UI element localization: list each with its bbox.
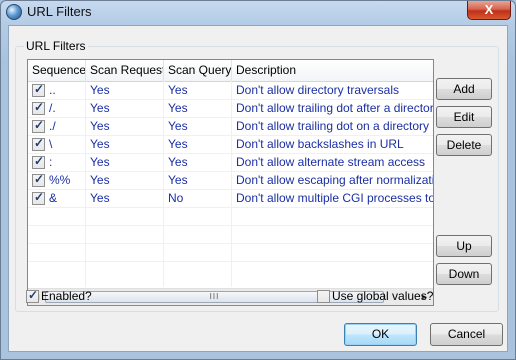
table-row[interactable]: & Yes No Don't allow multiple CGI proces… bbox=[28, 190, 433, 207]
enabled-label: Enabled? bbox=[41, 289, 92, 303]
cell-scan-query: Yes bbox=[168, 173, 188, 187]
row-divider bbox=[28, 207, 433, 208]
cancel-button[interactable]: Cancel bbox=[430, 323, 503, 346]
cell-sequence: ./ bbox=[49, 119, 56, 133]
row-enabled-checkbox[interactable] bbox=[32, 82, 45, 97]
cell-description: Don't allow escaping after normalization bbox=[236, 173, 433, 187]
cell-sequence: \ bbox=[49, 137, 53, 151]
row-divider bbox=[28, 243, 433, 244]
url-filters-dialog: URL Filters X URL Filters Sequence Scan … bbox=[0, 0, 516, 360]
cell-sequence: : bbox=[49, 155, 53, 169]
column-header-scan-query[interactable]: Scan Query bbox=[164, 60, 232, 81]
row-enabled-checkbox[interactable] bbox=[32, 100, 45, 115]
row-enabled-checkbox[interactable] bbox=[32, 154, 45, 169]
row-enabled-checkbox[interactable] bbox=[32, 190, 45, 205]
column-header-sequence[interactable]: Sequence bbox=[28, 60, 86, 81]
table-row[interactable]: \ Yes Yes Don't allow backslashes in URL bbox=[28, 136, 433, 153]
use-global-values-checkbox[interactable] bbox=[317, 290, 330, 303]
move-up-button[interactable]: Up bbox=[436, 235, 492, 257]
title-bar: URL Filters X bbox=[1, 1, 515, 25]
cell-description: Don't allow multiple CGI processes to ru… bbox=[236, 191, 433, 205]
table-row[interactable]: .. Yes Yes Don't allow directory travers… bbox=[28, 82, 433, 99]
ok-button[interactable]: OK bbox=[344, 323, 417, 346]
cell-scan-request: Yes bbox=[90, 101, 110, 115]
row-enabled-checkbox[interactable] bbox=[32, 136, 45, 151]
add-button[interactable]: Add bbox=[436, 78, 492, 100]
group-title: URL Filters bbox=[24, 39, 88, 53]
cell-sequence: & bbox=[49, 191, 58, 205]
row-divider bbox=[28, 225, 433, 226]
globe-icon bbox=[6, 4, 22, 20]
cell-scan-query: Yes bbox=[168, 137, 188, 151]
cell-scan-query: Yes bbox=[168, 101, 188, 115]
cell-description: Don't allow backslashes in URL bbox=[236, 137, 404, 151]
cell-sequence: %% bbox=[49, 173, 71, 187]
cell-description: Don't allow trailing dot after a directo… bbox=[236, 101, 433, 115]
table-row[interactable]: : Yes Yes Don't allow alternate stream a… bbox=[28, 154, 433, 171]
cell-scan-query: Yes bbox=[168, 119, 188, 133]
column-header-description[interactable]: Description bbox=[232, 60, 433, 81]
cell-description: Don't allow trailing dot on a directory … bbox=[236, 119, 433, 133]
filters-list[interactable]: Sequence Scan Request Scan Query Descrip… bbox=[27, 59, 434, 306]
table-row[interactable]: /. Yes Yes Don't allow trailing dot afte… bbox=[28, 100, 433, 117]
row-divider bbox=[28, 261, 433, 262]
list-header: Sequence Scan Request Scan Query Descrip… bbox=[28, 60, 433, 82]
cell-sequence: /. bbox=[49, 101, 56, 115]
scrollbar-grip-icon: III bbox=[209, 292, 220, 301]
use-global-values-label: Use global values? bbox=[332, 289, 434, 303]
row-enabled-checkbox[interactable] bbox=[32, 172, 45, 187]
close-button[interactable]: X bbox=[467, 1, 511, 20]
dialog-client-area: URL Filters Sequence Scan Request Scan Q… bbox=[8, 25, 508, 352]
cell-scan-request: Yes bbox=[90, 83, 110, 97]
table-row[interactable]: ./ Yes Yes Don't allow trailing dot on a… bbox=[28, 118, 433, 135]
cell-sequence: .. bbox=[49, 83, 56, 97]
cell-description: Don't allow alternate stream access bbox=[236, 155, 426, 169]
cell-scan-request: Yes bbox=[90, 155, 110, 169]
delete-button[interactable]: Delete bbox=[436, 134, 492, 156]
cell-scan-request: Yes bbox=[90, 173, 110, 187]
cell-scan-request: Yes bbox=[90, 137, 110, 151]
cell-description: Don't allow directory traversals bbox=[236, 83, 400, 97]
cell-scan-query: No bbox=[168, 191, 184, 205]
column-header-scan-request[interactable]: Scan Request bbox=[86, 60, 164, 81]
cell-scan-request: Yes bbox=[90, 119, 110, 133]
edit-button[interactable]: Edit bbox=[436, 106, 492, 128]
cell-scan-request: Yes bbox=[90, 191, 110, 205]
move-down-button[interactable]: Down bbox=[436, 263, 492, 285]
table-row[interactable]: %% Yes Yes Don't allow escaping after no… bbox=[28, 172, 433, 189]
row-enabled-checkbox[interactable] bbox=[32, 118, 45, 133]
window-title: URL Filters bbox=[27, 4, 92, 19]
enabled-checkbox[interactable] bbox=[26, 288, 39, 303]
cell-scan-query: Yes bbox=[168, 83, 188, 97]
cell-scan-query: Yes bbox=[168, 155, 188, 169]
